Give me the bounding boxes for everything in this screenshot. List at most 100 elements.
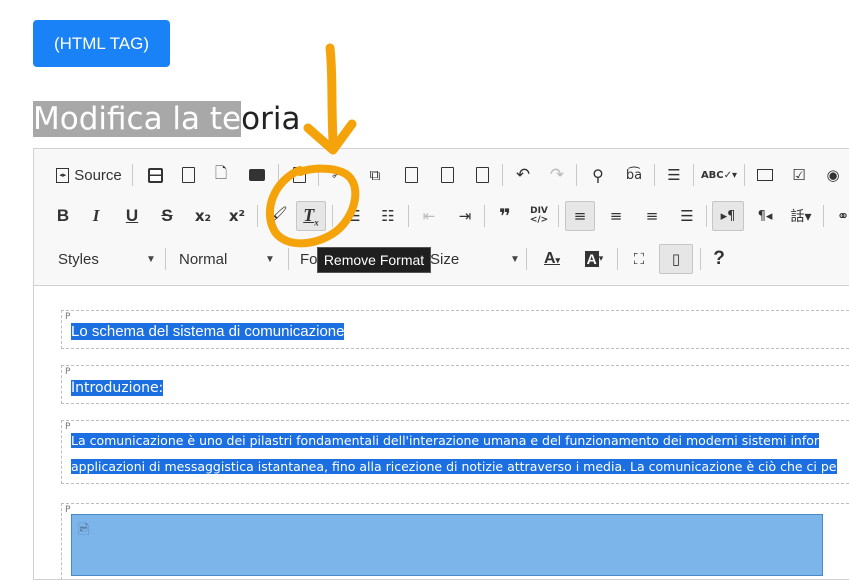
editor-toolbar: ◂▸ Source 🗋 ✂ ⧉ ↶ ↷ ⚲ b͡a ☰ ABC✓▾ ☑ ◉ B … [34,149,849,286]
spellcheck-icon: ABC✓▾ [700,169,738,181]
html-tag-button[interactable]: (HTML TAG) [33,20,170,67]
underline-button[interactable]: U [119,201,145,231]
replace-button[interactable]: b͡a [619,160,649,190]
link-icon: ⚭ [836,207,849,225]
undo-icon: ↶ [515,165,531,185]
text-color-icon: A▾ [543,250,561,267]
select-all-button[interactable]: ☰ [661,160,687,190]
align-center-button[interactable]: ≡ [603,201,629,231]
radio-icon: ◉ [826,166,840,184]
block-tag-label: P [65,422,71,432]
outdent-button[interactable]: ⇤ [417,201,441,231]
bulleted-list-button[interactable]: ☷ [376,201,400,231]
text-color-button[interactable]: A▾ [536,244,568,274]
replace-icon: b͡a [625,167,643,183]
bg-color-icon: A [584,251,599,267]
align-right-button[interactable]: ≡ [639,201,665,231]
redo-button[interactable]: ↷ [544,160,570,190]
font-combo-value: Fo [300,250,318,268]
div-button[interactable]: DIV </> [527,201,551,231]
bg-color-button[interactable]: A ▾ [578,244,610,274]
source-icon: ◂▸ [56,167,70,183]
preview-button[interactable]: 🗋 [208,160,234,190]
paragraph-block[interactable]: P La comunicazione è uno dei pilastri fo… [61,420,849,484]
spellcheck-button[interactable]: ABC✓▾ [699,160,739,190]
indent-button[interactable]: ⇥ [453,201,477,231]
paste-word-icon [475,167,489,183]
checkbox-icon: ☑ [792,166,806,184]
source-button[interactable]: ◂▸ Source [52,160,126,190]
editor-content-area[interactable]: P Lo schema del sistema di comunicazione… [34,286,849,579]
cut-icon: ✂ [331,165,347,185]
remove-format-button[interactable]: Tx [296,201,326,231]
find-button[interactable]: ⚲ [585,160,611,190]
language-icon: 話▾ [790,209,812,225]
rtl-button[interactable]: ¶◂ [752,201,778,231]
radio-button[interactable]: ◉ [820,160,846,190]
save-button[interactable] [142,160,168,190]
format-combo[interactable]: Normal ▼ [179,244,279,274]
chevron-down-icon: ▼ [265,253,275,265]
styles-combo[interactable]: Styles ▼ [58,244,158,274]
underline-icon: U [125,206,139,225]
div-icon: DIV </> [529,206,549,225]
preview-icon: 🗋 [214,163,228,182]
numbered-list-button[interactable]: ☰ [342,201,366,231]
copy-format-icon: 🖌 [266,206,288,226]
redo-icon: ↷ [549,165,565,185]
blockquote-button[interactable]: ❞ [493,201,517,231]
new-page-icon [181,167,195,183]
block-tag-label: P [65,312,71,322]
checkbox-button[interactable]: ☑ [786,160,812,190]
link-button[interactable]: ⚭ [830,201,849,231]
rich-text-editor: ◂▸ Source 🗋 ✂ ⧉ ↶ ↷ ⚲ b͡a ☰ ABC✓▾ ☑ ◉ B … [33,148,849,580]
align-right-icon: ≡ [645,207,659,225]
form-icon [757,169,773,181]
annotation-arrow-head [303,119,357,155]
align-left-button[interactable]: ≡ [565,201,595,231]
paragraph-text-line-2: applicazioni di messaggistica istantanea… [71,459,837,474]
justify-button[interactable]: ☰ [674,201,700,231]
print-button[interactable] [244,160,270,190]
size-combo[interactable]: Size ▼ [430,244,530,274]
show-blocks-button[interactable]: ▯ [659,244,693,274]
cut-button[interactable]: ✂ [326,160,352,190]
paragraph-text: Lo schema del sistema di comunicazione [71,323,345,340]
bold-button[interactable]: B [50,201,76,231]
show-blocks-icon: ▯ [671,250,681,268]
find-icon: ⚲ [592,165,604,185]
new-page-button[interactable] [175,160,201,190]
superscript-button[interactable]: x² [224,201,250,231]
select-all-icon: ☰ [667,166,681,184]
ltr-button[interactable]: ▸¶ [712,201,744,231]
page-title-selected: Modifica la te [33,101,242,137]
rtl-icon: ¶◂ [757,208,773,224]
paragraph-text: Introduzione: [71,380,164,396]
copy-button[interactable]: ⧉ [362,160,388,190]
chevron-down-icon: ▼ [510,253,520,265]
paste-button[interactable] [398,160,424,190]
subscript-button[interactable]: x₂ [190,201,216,231]
image-paragraph-block[interactable]: P 🖻 [61,503,849,579]
copy-format-button[interactable]: 🖌 [266,201,288,231]
chevron-down-icon: ▼ [146,253,156,265]
templates-icon [292,167,306,183]
language-button[interactable]: 話▾ [784,201,818,231]
copy-icon: ⧉ [369,166,381,184]
superscript-icon: x² [228,207,246,225]
italic-button[interactable]: I [83,201,109,231]
paragraph-block[interactable]: P Lo schema del sistema di comunicazione [61,310,849,349]
format-combo-value: Normal [179,250,228,268]
strike-button[interactable]: S [154,201,180,231]
help-button[interactable]: ? [706,244,732,274]
paragraph-block[interactable]: P Introduzione: [61,365,849,404]
image-icon: 🖻 [78,521,90,537]
templates-button[interactable] [286,160,312,190]
undo-button[interactable]: ↶ [510,160,536,190]
image-placeholder[interactable]: 🖻 [71,514,823,576]
paste-text-button[interactable] [434,160,460,190]
maximize-button[interactable]: ⛶ [626,244,652,274]
paste-word-button[interactable] [469,160,495,190]
form-button[interactable] [752,160,778,190]
block-tag-label: P [65,367,71,377]
